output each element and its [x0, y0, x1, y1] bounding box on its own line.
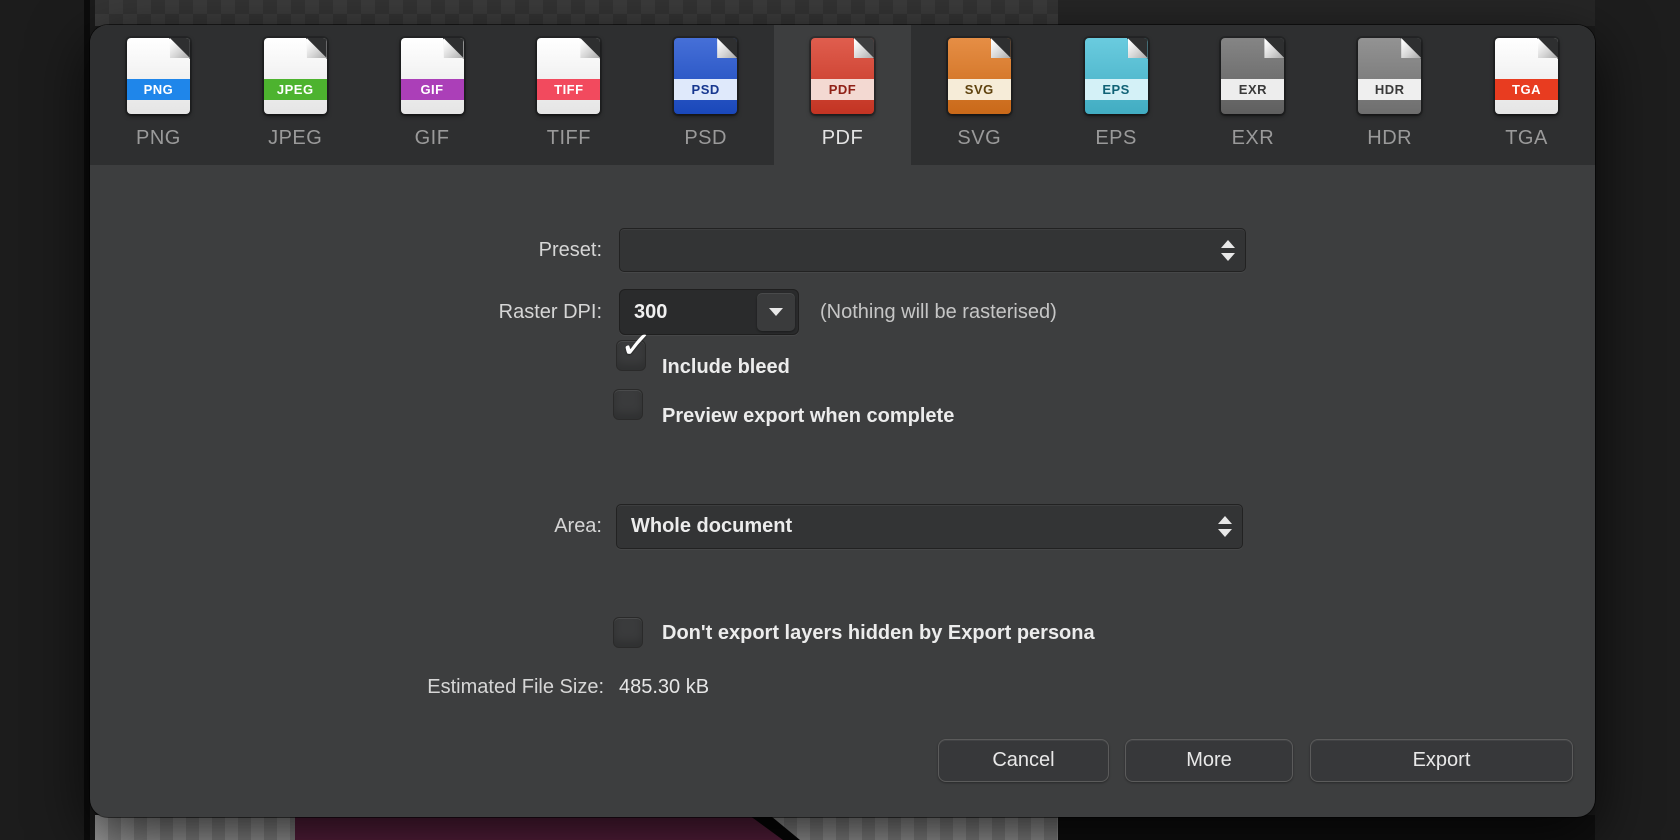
tab-svg[interactable]: SVG SVG [911, 25, 1048, 165]
tab-gif[interactable]: GIF GIF [364, 25, 501, 165]
tab-tiff[interactable]: TIFF TIFF [500, 25, 637, 165]
pdf-file-icon: PDF [811, 38, 874, 114]
preview-export-label: Preview export when complete [662, 405, 954, 428]
checkmark-icon: ✓ [619, 326, 653, 366]
panel-background [1058, 0, 1680, 26]
psd-file-icon: PSD [674, 38, 737, 114]
eps-file-icon: EPS [1085, 38, 1148, 114]
tab-label: SVG [957, 127, 1001, 150]
tab-label: PNG [136, 127, 181, 150]
svg-file-icon: SVG [948, 38, 1011, 114]
preset-dropdown[interactable] [619, 228, 1246, 272]
file-icon-band: SVG [948, 79, 1011, 100]
file-icon-band: JPEG [264, 79, 327, 100]
estimated-size-value: 485.30 kB [619, 676, 709, 699]
tab-hdr[interactable]: HDR HDR [1321, 25, 1458, 165]
tab-label: EPS [1095, 127, 1137, 150]
area-stepper-icon[interactable] [1208, 516, 1242, 537]
right-background-column [1595, 0, 1680, 840]
file-icon-band: EXR [1221, 79, 1284, 100]
png-file-icon: PNG [127, 38, 190, 114]
jpeg-file-icon: JPEG [264, 38, 327, 114]
exr-file-icon: EXR [1221, 38, 1284, 114]
artboard-shape [295, 815, 783, 840]
area-value: Whole document [617, 515, 1208, 538]
tab-jpeg[interactable]: JPEG JPEG [227, 25, 364, 165]
canvas-transparency-checker [95, 0, 1058, 26]
tab-tga[interactable]: TGA TGA [1458, 25, 1595, 165]
more-button[interactable]: More [1125, 739, 1293, 782]
tab-label: JPEG [268, 127, 322, 150]
tab-label: TGA [1505, 127, 1548, 150]
export-button[interactable]: Export [1310, 739, 1573, 782]
tab-exr[interactable]: EXR EXR [1185, 25, 1322, 165]
bottom-right-background [1058, 815, 1595, 840]
file-icon-band: HDR [1358, 79, 1421, 100]
area-dropdown[interactable]: Whole document [616, 504, 1243, 549]
raster-note: (Nothing will be rasterised) [820, 301, 1057, 324]
hdr-file-icon: HDR [1358, 38, 1421, 114]
tiff-file-icon: TIFF [537, 38, 600, 114]
app-screen: PNG PNG JPEG JPEG GIF GIF [0, 0, 1680, 840]
hidden-layers-checkbox[interactable]: ✓ [613, 617, 643, 648]
file-icon-band: TIFF [537, 79, 600, 100]
cancel-button[interactable]: Cancel [938, 739, 1109, 782]
area-label: Area: [420, 515, 602, 538]
tab-label: GIF [415, 127, 450, 150]
include-bleed-checkbox[interactable]: ✓ [616, 340, 646, 371]
left-background-column [0, 0, 90, 840]
file-icon-band: PDF [811, 79, 874, 100]
hidden-layers-label: Don't export layers hidden by Export per… [662, 622, 1095, 645]
preset-label: Preset: [420, 239, 602, 262]
tab-pdf[interactable]: PDF PDF [774, 25, 911, 165]
file-icon-band: TGA [1495, 79, 1558, 100]
file-icon-band: PNG [127, 79, 190, 100]
preview-export-checkbox[interactable]: ✓ [613, 389, 643, 420]
tga-file-icon: TGA [1495, 38, 1558, 114]
format-tabstrip: PNG PNG JPEG JPEG GIF GIF [90, 25, 1595, 165]
canvas-bottom-strip [95, 815, 1058, 840]
file-icon-band: PSD [674, 79, 737, 100]
raster-dpi-dropdown-arrow-icon[interactable] [757, 293, 795, 331]
file-icon-band: GIF [401, 79, 464, 100]
tab-label: EXR [1232, 127, 1275, 150]
tab-label: PSD [684, 127, 727, 150]
tab-label: PDF [822, 127, 864, 150]
tab-label: HDR [1367, 127, 1412, 150]
raster-dpi-label: Raster DPI: [420, 301, 602, 324]
file-icon-band: EPS [1085, 79, 1148, 100]
include-bleed-label: Include bleed [662, 356, 790, 379]
preset-stepper-icon[interactable] [1211, 240, 1245, 261]
estimated-size-label: Estimated File Size: [354, 676, 604, 699]
gif-file-icon: GIF [401, 38, 464, 114]
tab-label: TIFF [547, 127, 591, 150]
tab-png[interactable]: PNG PNG [90, 25, 227, 165]
export-dialog: PNG PNG JPEG JPEG GIF GIF [90, 25, 1595, 817]
tab-psd[interactable]: PSD PSD [637, 25, 774, 165]
tab-eps[interactable]: EPS EPS [1048, 25, 1185, 165]
